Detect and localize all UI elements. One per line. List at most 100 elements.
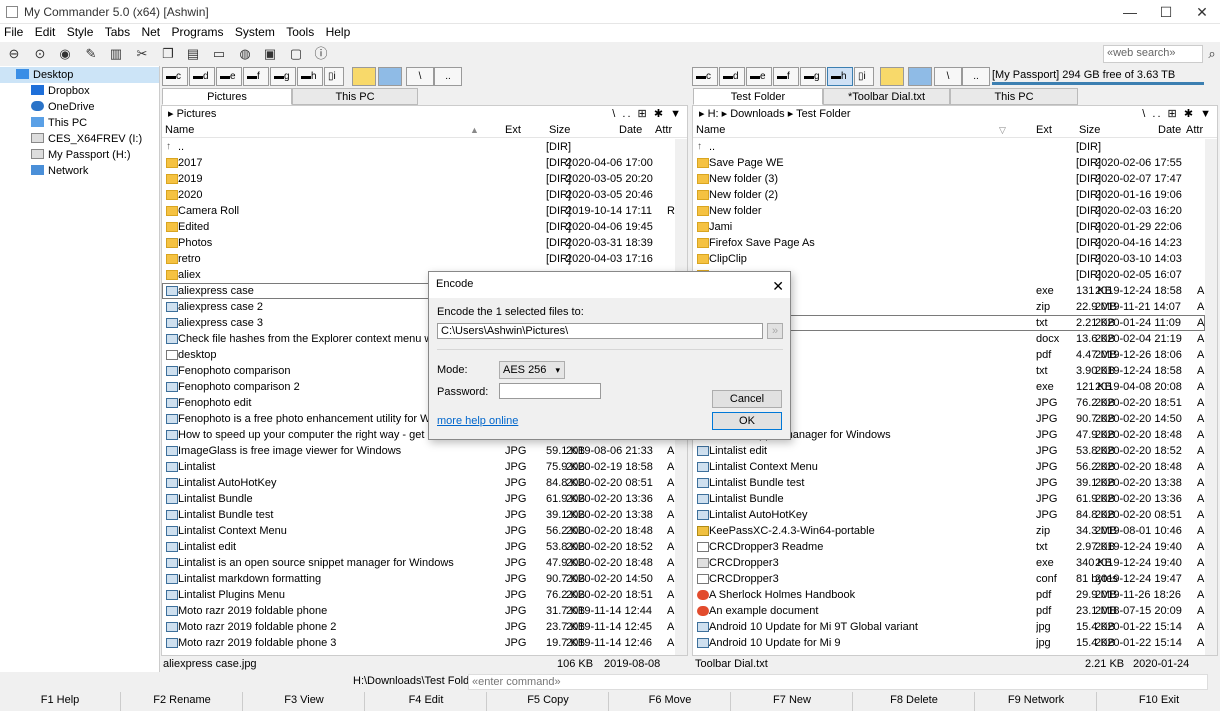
left-folder-button[interactable] <box>352 67 376 86</box>
mode-select[interactable]: AES 256 ▾ <box>499 361 565 379</box>
chat-icon[interactable]: ▢ <box>288 46 304 62</box>
sort-icon[interactable]: ▲ <box>470 123 479 138</box>
target-path-input[interactable]: C:\Users\Ashwin\Pictures\ <box>437 323 763 339</box>
left-drive-c[interactable]: ▬c <box>162 67 188 86</box>
left-network-button[interactable] <box>378 67 402 86</box>
f10-exit-button[interactable]: F10 Exit <box>1098 692 1220 711</box>
search-icon[interactable]: ⌕ <box>1204 46 1220 62</box>
menu-programs[interactable]: Programs <box>167 24 227 40</box>
paste-icon[interactable]: ▤ <box>185 46 201 62</box>
table-row[interactable]: Save Page WE [DIR] 2020-02-06 17:55 <box>693 155 1205 171</box>
left-drive-f[interactable]: ▬f <box>243 67 269 86</box>
table-row[interactable]: Photos [DIR] 2020-03-31 18:39 <box>162 235 675 251</box>
table-row[interactable]: Lintalist Context Menu JPG 56.2 KB 2020-02-… <box>693 459 1205 475</box>
table-row[interactable]: Firefox Save Page As [DIR] 2020-04-16 14:2… <box>693 235 1205 251</box>
f6-move-button[interactable]: F6 Move <box>610 692 731 711</box>
cut-icon[interactable]: ✂ <box>134 46 150 62</box>
table-row[interactable]: New folder [DIR] 2020-02-03 16:20 <box>693 203 1205 219</box>
right-tab-test-folder[interactable]: Test Folder <box>693 88 823 105</box>
tree-item-onedrive[interactable]: OneDrive <box>31 99 94 115</box>
right-folder-button[interactable] <box>880 67 904 86</box>
menu-tabs[interactable]: Tabs <box>101 24 134 40</box>
table-row[interactable]: Lintalist is an open source snippet mana… <box>162 555 675 571</box>
table-row[interactable]: Camera Roll [DIR] 2019-10-14 17:11 R <box>162 203 675 219</box>
table-row[interactable]: Jami [DIR] 2020-01-29 22:06 <box>693 219 1205 235</box>
view-icon[interactable]: ◉ <box>57 46 73 62</box>
f4-edit-button[interactable]: F4 Edit <box>366 692 487 711</box>
cancel-button[interactable]: Cancel <box>712 390 782 408</box>
table-row[interactable]: KeePassXC-2.4.3-Win64-portable zip 34.3 MB… <box>693 523 1205 539</box>
tree-item-drive-i[interactable]: CES_X64FREV (I:) <box>31 131 142 147</box>
table-row[interactable]: Lintalist edit JPG 53.8 KB 2020-02-20 18:52… <box>693 443 1205 459</box>
right-root-button[interactable]: \ <box>934 67 962 86</box>
table-row[interactable]: 2020 [DIR] 2020-03-05 20:46 <box>162 187 675 203</box>
table-row[interactable]: Moto razr 2019 foldable phone JPG 31.7 KB 2… <box>162 603 675 619</box>
left-parent-button[interactable]: .. <box>434 67 462 86</box>
right-tab-toolbar-dial[interactable]: *Toolbar Dial.txt <box>823 88 950 105</box>
copy-icon[interactable]: ❐ <box>160 46 176 62</box>
close-button[interactable]: ✕ <box>1184 0 1220 24</box>
maximize-button[interactable]: ☐ <box>1148 0 1184 24</box>
left-drive-h[interactable]: ▬h <box>297 67 323 86</box>
table-row[interactable]: An example document pdf 23.1 MB 2018-07-15 … <box>693 603 1205 619</box>
ok-button[interactable]: OK <box>712 412 782 430</box>
table-row[interactable]: 2019 [DIR] 2020-03-05 20:20 <box>162 171 675 187</box>
right-parent-button[interactable]: .. <box>962 67 990 86</box>
right-drive-d[interactable]: ▬d <box>719 67 745 86</box>
filter-icon[interactable]: ▽ <box>999 123 1006 138</box>
right-drive-e[interactable]: ▬e <box>746 67 772 86</box>
right-drive-i[interactable]: ▯i <box>854 67 874 86</box>
tree-item-this-pc[interactable]: This PC <box>31 115 87 131</box>
table-row[interactable]: Lintalist Bundle test JPG 39.1 KB 2020-02-2… <box>162 507 675 523</box>
forward-icon[interactable]: ⊙ <box>32 46 48 62</box>
right-drive-c[interactable]: ▬c <box>692 67 718 86</box>
right-tab-this-pc[interactable]: This PC <box>950 88 1078 105</box>
window-icon[interactable]: ▣ <box>262 46 278 62</box>
menu-tools[interactable]: Tools <box>282 24 318 40</box>
dialog-close-button[interactable]: ✕ <box>772 274 784 298</box>
column-date[interactable]: Date <box>619 123 642 138</box>
f1-help-button[interactable]: F1 Help <box>0 692 121 711</box>
left-root-button[interactable]: \ <box>406 67 434 86</box>
column-size[interactable]: Size <box>1079 123 1100 138</box>
archive-icon[interactable]: ▭ <box>211 46 227 62</box>
table-row[interactable]: CRCDropper3 Readme txt 2.97 KB 2019-12-24 1… <box>693 539 1205 555</box>
table-row[interactable]: Android 10 Update for Mi 9T Global varia… <box>693 619 1205 635</box>
tree-item-drive-h[interactable]: My Passport (H:) <box>31 147 131 163</box>
menu-style[interactable]: Style <box>63 24 98 40</box>
path-tools-icon[interactable]: \ .. ⊞ ✱ ▼ <box>612 106 683 122</box>
password-input[interactable] <box>499 383 601 399</box>
table-row[interactable]: Edited [DIR] 2020-04-06 19:45 <box>162 219 675 235</box>
command-input[interactable]: «enter command» <box>468 674 1208 690</box>
table-row[interactable]: Lintalist Bundle JPG 61.9 KB 2020-02-20 13:… <box>162 491 675 507</box>
menu-system[interactable]: System <box>231 24 279 40</box>
table-row[interactable]: CRCDropper3 exe 340 KB 2019-12-24 19:40 A <box>693 555 1205 571</box>
table-row[interactable]: New folder (3) [DIR] 2020-02-07 17:47 <box>693 171 1205 187</box>
left-tab-this-pc[interactable]: This PC <box>292 88 418 105</box>
right-scrollbar[interactable] <box>1205 139 1217 655</box>
menu-help[interactable]: Help <box>322 24 355 40</box>
table-row[interactable]: Moto razr 2019 foldable phone 2 JPG 23.7 K… <box>162 619 675 635</box>
table-row[interactable]: Lintalist Plugins Menu JPG 76.2 KB 2020-02-… <box>162 587 675 603</box>
table-row[interactable]: Lintalist markdown formatting JPG 90.7 KB 2… <box>162 571 675 587</box>
table-row[interactable]: Lintalist JPG 75.9 KB 2020-02-19 18:58 A <box>162 459 675 475</box>
column-date[interactable]: Date <box>1158 123 1181 138</box>
table-row[interactable]: Android 10 Update for Mi 9 jpg 15.4 KB 2020… <box>693 635 1205 651</box>
left-drive-e[interactable]: ▬e <box>216 67 242 86</box>
table-row[interactable]: ImageGlass is free image viewer for Wind… <box>162 443 675 459</box>
column-ext[interactable]: Ext <box>1036 123 1052 138</box>
column-attr[interactable]: Attr <box>655 123 672 138</box>
left-drive-g[interactable]: ▬g <box>270 67 296 86</box>
f2-rename-button[interactable]: F2 Rename <box>122 692 243 711</box>
left-path-bar[interactable]: ▸ Pictures \ .. ⊞ ✱ ▼ <box>162 106 687 122</box>
web-search-input[interactable]: «web search» <box>1103 45 1203 63</box>
column-name[interactable]: Name <box>165 123 194 138</box>
tree-item-desktop[interactable]: Desktop <box>0 67 159 83</box>
table-row[interactable]: retro [DIR] 2020-04-03 17:16 <box>162 251 675 267</box>
edit-icon[interactable]: ✎ <box>83 46 99 62</box>
table-row[interactable]: Lintalist AutoHotKey JPG 84.8 KB 2020-02-20… <box>162 475 675 491</box>
globe-icon[interactable]: ◍ <box>237 46 253 62</box>
browse-button[interactable]: » <box>767 323 783 339</box>
path-tools-icon[interactable]: \ .. ⊞ ✱ ▼ <box>1142 106 1213 122</box>
f8-delete-button[interactable]: F8 Delete <box>854 692 975 711</box>
